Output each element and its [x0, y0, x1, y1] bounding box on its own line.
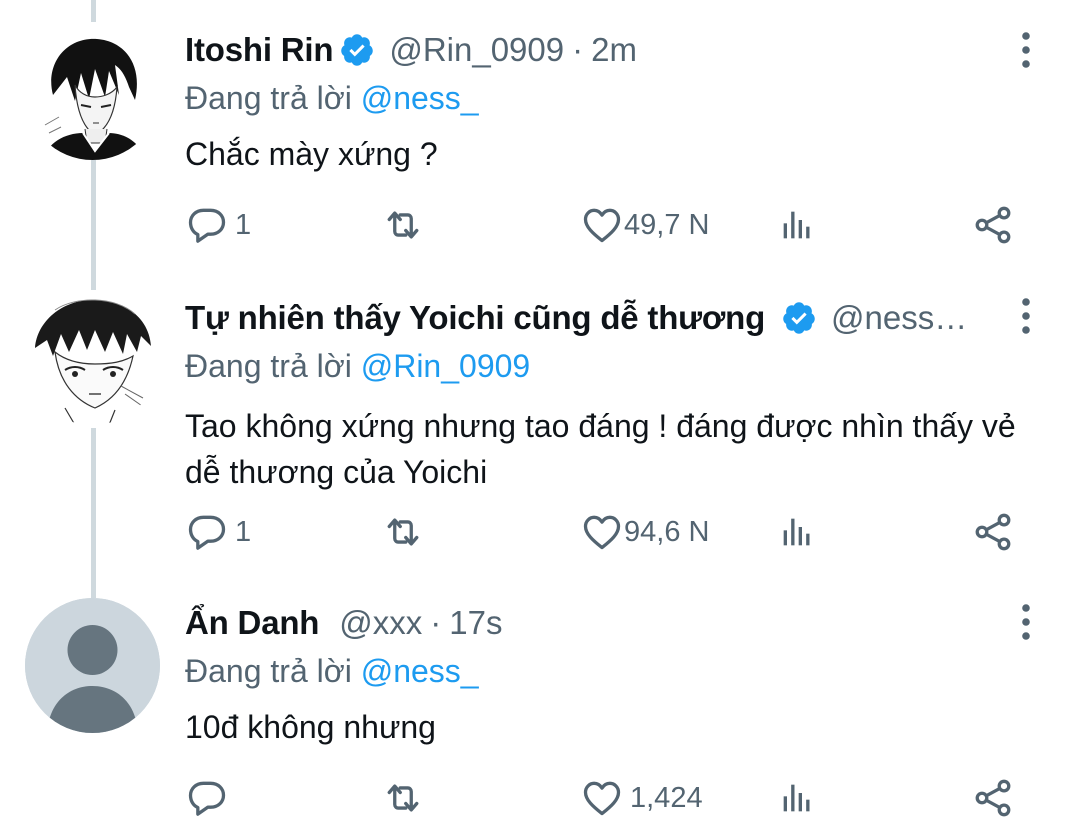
share-button[interactable]: [971, 507, 1015, 557]
replying-to: Đang trả lời @ness_: [185, 75, 1020, 121]
analytics-button[interactable]: [777, 200, 817, 250]
like-icon: [583, 208, 621, 243]
more-icon[interactable]: [1014, 602, 1038, 642]
more-icon[interactable]: [1014, 30, 1038, 70]
like-count: 1,424: [630, 781, 703, 814]
avatar[interactable]: [25, 598, 160, 733]
like-icon: [583, 781, 621, 816]
share-button[interactable]: [971, 200, 1015, 250]
display-name[interactable]: Itoshi Rin: [185, 31, 334, 69]
like-button[interactable]: 1,424: [580, 773, 703, 823]
reply-icon: [188, 515, 226, 550]
handle[interactable]: @ness…: [831, 299, 967, 337]
tweet-text: Tao không xứng nhưng tao đáng ! đáng đượ…: [185, 408, 1016, 490]
retweet-button[interactable]: [381, 200, 425, 250]
tweet-header: Ẩn Danh @xxx · 17s: [185, 598, 1020, 648]
reply-button[interactable]: 1: [185, 200, 251, 250]
analytics-icon: [783, 518, 810, 546]
timestamp[interactable]: 2m: [591, 31, 637, 69]
avatar[interactable]: [25, 290, 160, 425]
verified-icon: [783, 302, 815, 334]
reply-icon: [188, 781, 226, 816]
tweet-content: Ẩn Danh @xxx · 17s Đang trả lời @ness_ 1…: [185, 598, 1020, 750]
replying-to-mention[interactable]: @ness_: [361, 80, 479, 116]
like-button[interactable]: 94,6 N: [580, 507, 709, 557]
retweet-button[interactable]: [381, 773, 425, 823]
more-icon[interactable]: [1014, 296, 1038, 336]
replying-to-label: Đang trả lời: [185, 653, 352, 689]
analytics-button[interactable]: [777, 773, 817, 823]
handle[interactable]: @xxx: [339, 604, 422, 642]
tweet-content: Tự nhiên thấy Yoichi cũng dễ thương @nes…: [185, 290, 1020, 495]
replying-to-mention[interactable]: @Rin_0909: [361, 348, 530, 384]
verified-icon: [341, 34, 374, 66]
tweet-header: Tự nhiên thấy Yoichi cũng dễ thương @nes…: [185, 293, 1020, 343]
handle[interactable]: @Rin_0909: [389, 31, 564, 69]
reply-count: 1: [235, 208, 252, 241]
reply-button[interactable]: 1: [185, 507, 251, 557]
manga-boy-avatar-image: [25, 25, 160, 160]
default-user-avatar-image: [25, 598, 160, 733]
replying-to: Đang trả lời @Rin_0909: [185, 343, 1020, 389]
replying-to-label: Đang trả lời: [185, 80, 352, 116]
analytics-button[interactable]: [777, 507, 817, 557]
tweet-actions: 1 94,6 N: [185, 507, 1025, 557]
separator: ·: [572, 31, 584, 68]
share-button[interactable]: [971, 773, 1015, 823]
tweet-content: Itoshi Rin @Rin_0909 · 2m Đang trả lời @…: [185, 25, 1020, 177]
retweet-icon: [387, 518, 419, 546]
manga-sketch-avatar-image: [25, 290, 160, 425]
timestamp[interactable]: 17s: [449, 604, 502, 642]
tweet[interactable]: Ẩn Danh @xxx · 17s Đang trả lời @ness_ 1…: [0, 598, 1080, 832]
tweet-actions: 1 49,7 N: [185, 200, 1025, 250]
display-name[interactable]: Ẩn Danh: [185, 604, 319, 642]
tweet[interactable]: Itoshi Rin @Rin_0909 · 2m Đang trả lời @…: [0, 0, 1080, 290]
like-count: 94,6 N: [624, 515, 710, 548]
avatar[interactable]: [25, 25, 160, 160]
display-name[interactable]: Tự nhiên thấy Yoichi cũng dễ thương: [185, 299, 765, 337]
analytics-icon: [783, 211, 810, 239]
replying-to: Đang trả lời @ness_: [185, 648, 1020, 694]
share-icon: [975, 513, 1011, 551]
tweet-text: 10đ không nhưng: [185, 709, 436, 745]
share-icon: [975, 779, 1011, 817]
tweet-actions: 1,424: [185, 773, 1025, 823]
separator: ·: [430, 604, 442, 641]
retweet-icon: [387, 211, 419, 239]
retweet-icon: [387, 784, 419, 812]
retweet-button[interactable]: [381, 507, 425, 557]
reply-count: 1: [235, 515, 252, 548]
tweet-header: Itoshi Rin @Rin_0909 · 2m: [185, 25, 1020, 75]
analytics-icon: [783, 784, 810, 812]
reply-button[interactable]: [185, 773, 235, 823]
like-count: 49,7 N: [624, 208, 710, 241]
replying-to-label: Đang trả lời: [185, 348, 352, 384]
reply-thread: Itoshi Rin @Rin_0909 · 2m Đang trả lời @…: [0, 0, 1080, 832]
share-icon: [975, 206, 1011, 244]
tweet[interactable]: Tự nhiên thấy Yoichi cũng dễ thương @nes…: [0, 290, 1080, 595]
replying-to-mention[interactable]: @ness_: [361, 653, 479, 689]
like-button[interactable]: 49,7 N: [580, 200, 709, 250]
like-icon: [583, 515, 621, 550]
reply-icon: [188, 208, 226, 243]
tweet-text: Chắc mày xứng ?: [185, 136, 438, 172]
